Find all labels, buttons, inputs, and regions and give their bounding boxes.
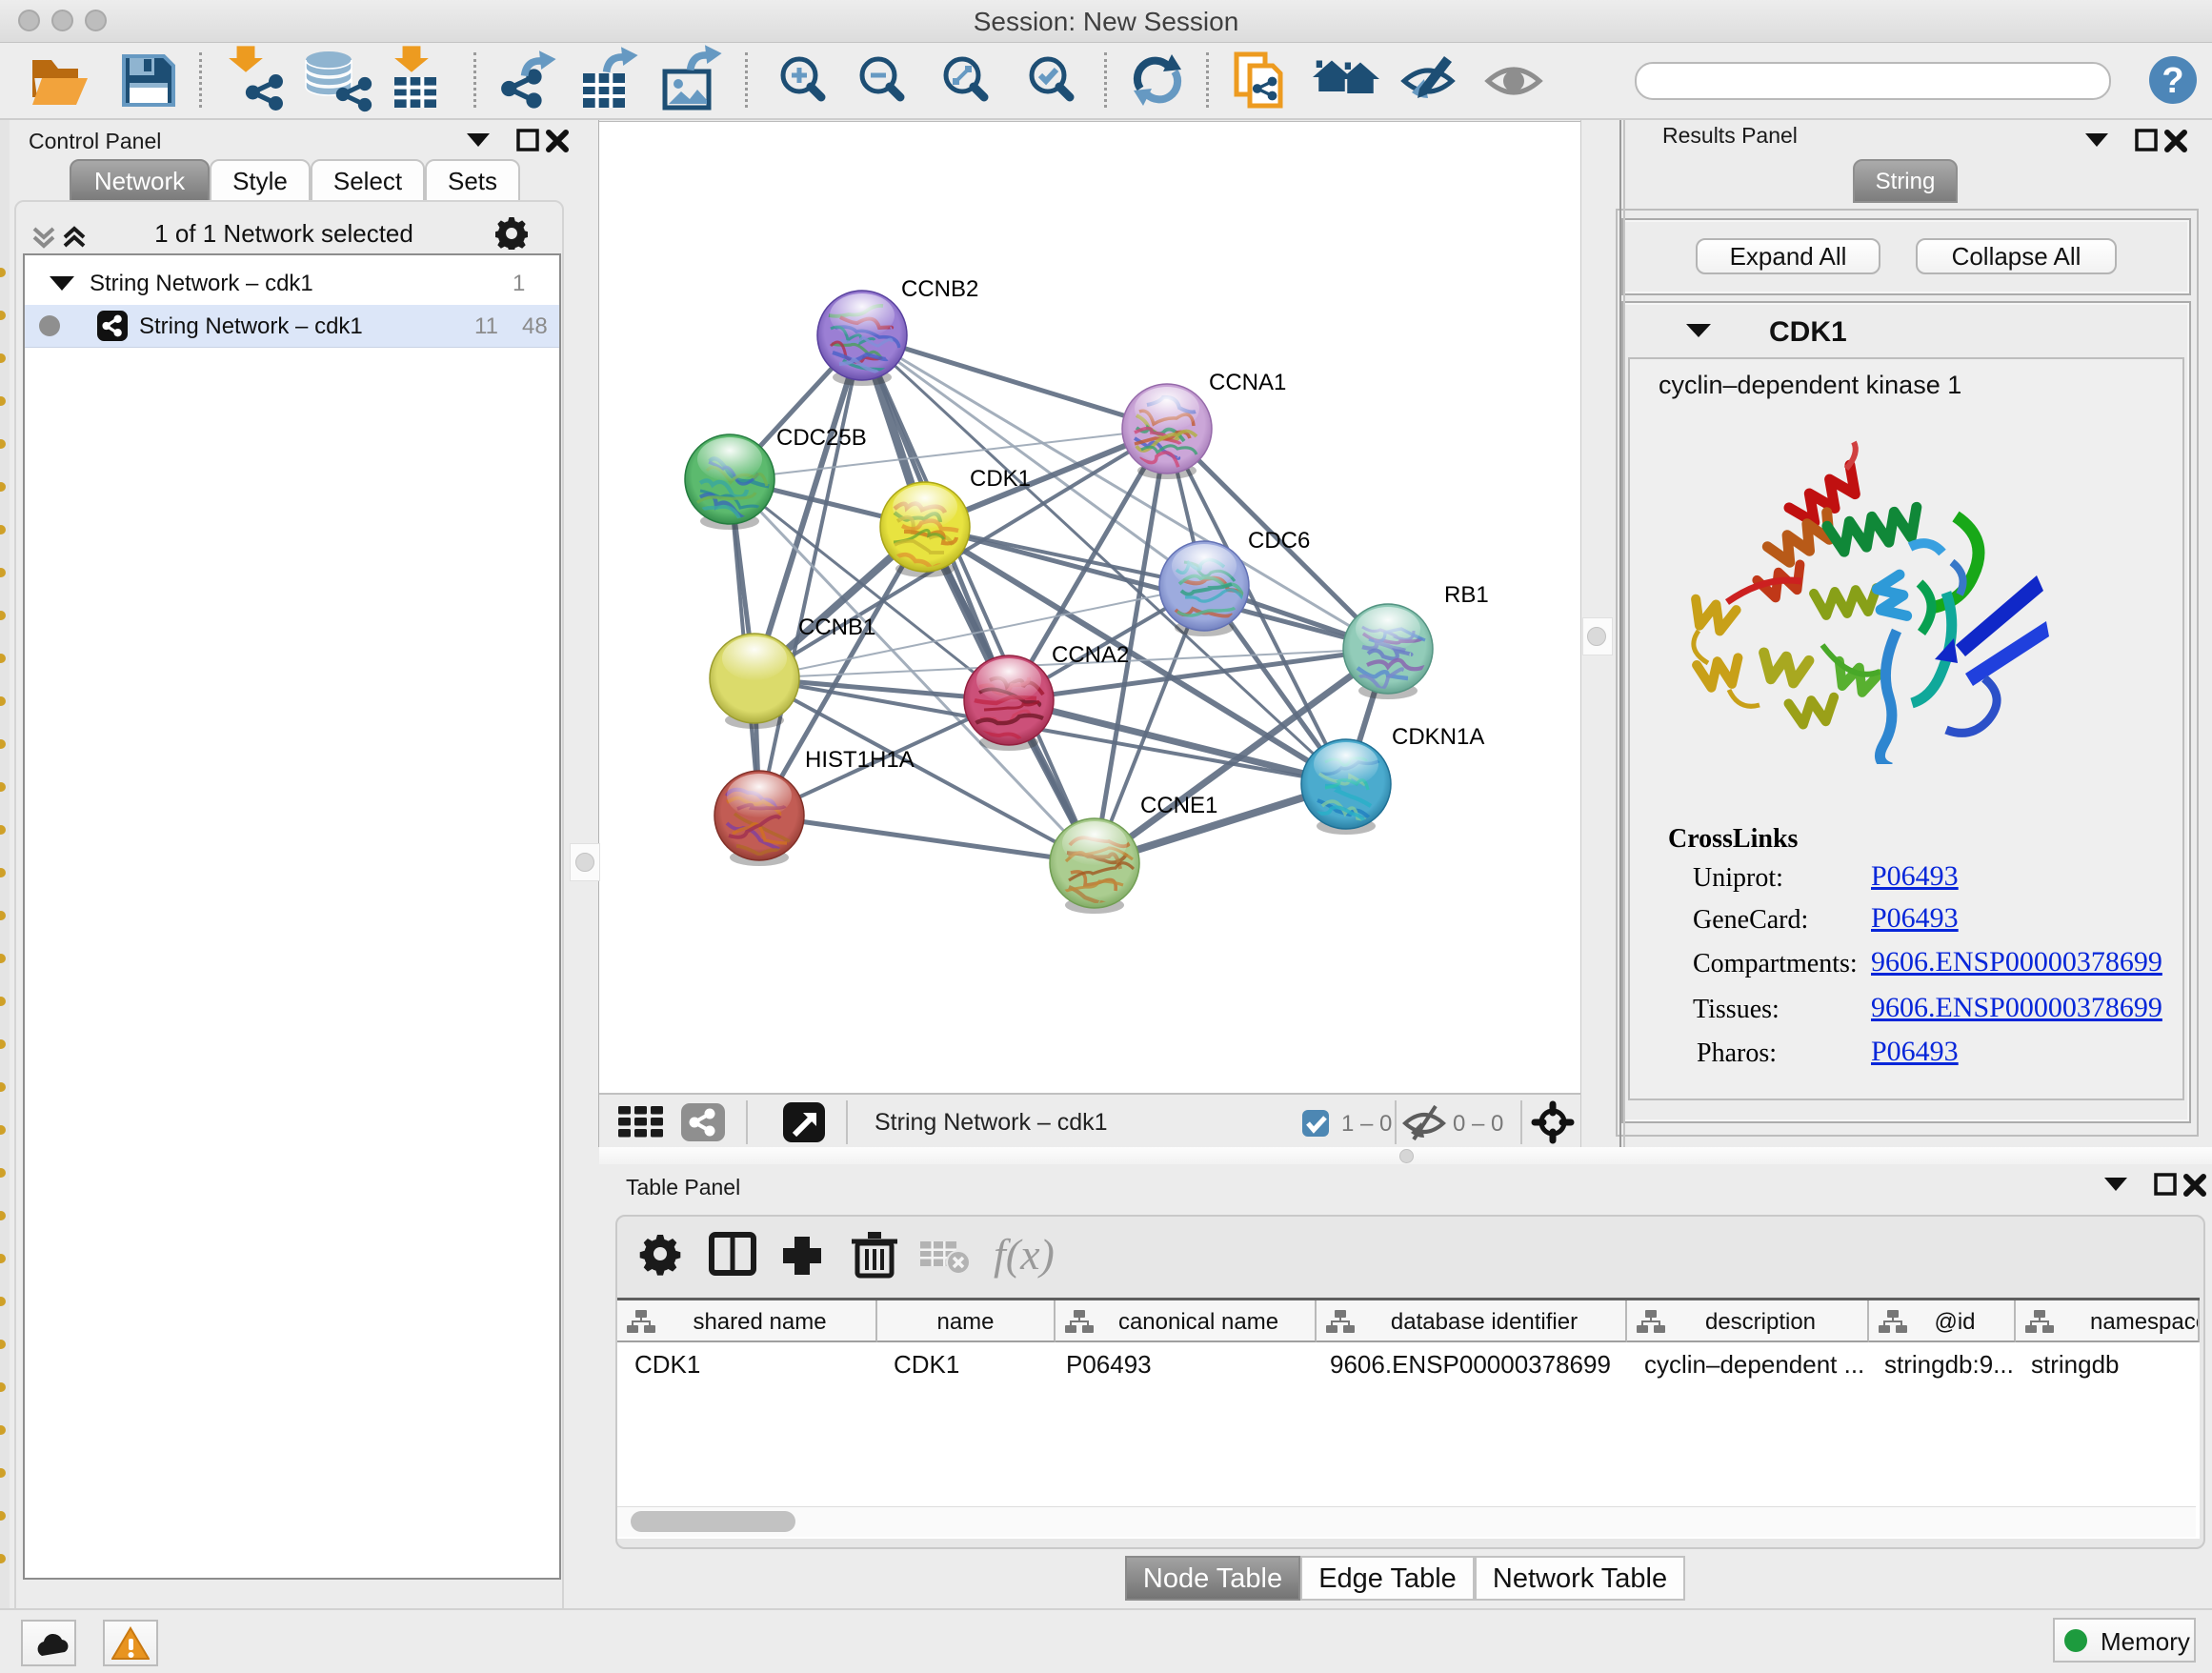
svg-text:CCNA1: CCNA1: [1209, 370, 1286, 395]
svg-text:CDC25B: CDC25B: [776, 425, 867, 451]
svg-text:HIST1H1A: HIST1H1A: [805, 747, 915, 773]
svg-text:CDKN1A: CDKN1A: [1392, 724, 1484, 750]
svg-text:CCNA2: CCNA2: [1052, 642, 1129, 668]
svg-text:CCNE1: CCNE1: [1140, 793, 1217, 818]
svg-text:CDC6: CDC6: [1248, 528, 1310, 554]
svg-text:?: ?: [2162, 61, 2183, 101]
svg-text:CDK1: CDK1: [970, 466, 1031, 492]
svg-text:f(x): f(x): [994, 1230, 1055, 1279]
svg-text:RB1: RB1: [1444, 582, 1489, 608]
svg-text:CCNB1: CCNB1: [798, 615, 875, 640]
svg-text:CCNB2: CCNB2: [901, 276, 978, 302]
